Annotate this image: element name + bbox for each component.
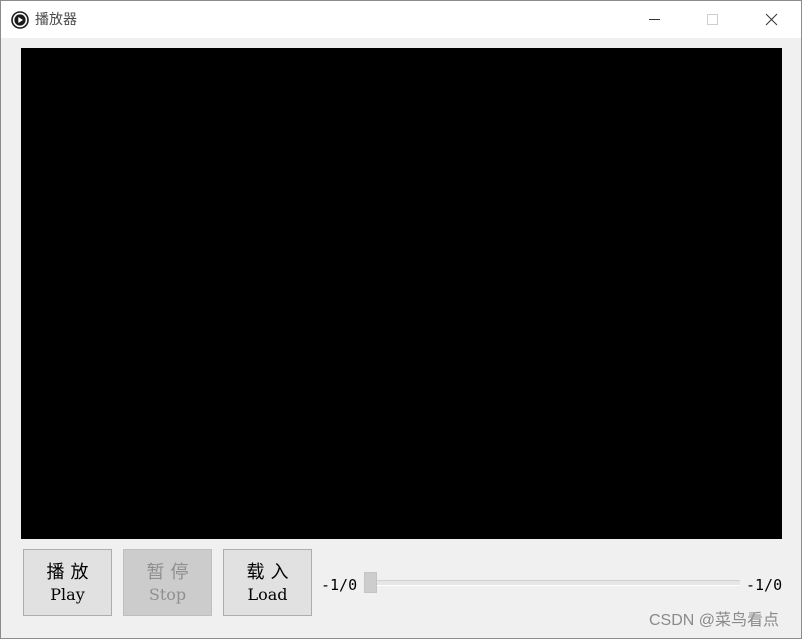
title-bar[interactable]: 播放器 xyxy=(1,1,801,38)
load-button-label-en: Load xyxy=(247,585,288,604)
minimize-button[interactable] xyxy=(625,1,683,38)
total-time-label: -1/0 xyxy=(746,576,783,594)
load-button[interactable]: 载入 Load xyxy=(223,549,312,616)
play-button-label-en: Play xyxy=(50,585,85,604)
minimize-icon xyxy=(649,19,660,20)
progress-slider-track[interactable] xyxy=(367,580,740,586)
stop-button-label-zh: 暂停 xyxy=(146,562,195,583)
play-circle-icon xyxy=(11,11,29,29)
maximize-button[interactable] xyxy=(683,1,741,38)
player-window: 播放器 播放 Play 暂停 Stop 载入 Load -1/0 -1/0 CS… xyxy=(0,0,802,639)
video-display[interactable] xyxy=(21,48,782,539)
watermark: CSDN @菜鸟看点 xyxy=(649,612,780,629)
play-button[interactable]: 播放 Play xyxy=(23,549,112,616)
stop-button-label-en: Stop xyxy=(148,585,187,604)
close-icon xyxy=(765,13,778,26)
current-time-label: -1/0 xyxy=(321,576,358,594)
load-button-label-zh: 载入 xyxy=(246,562,295,583)
maximize-icon xyxy=(707,14,718,25)
window-title: 播放器 xyxy=(35,12,77,28)
progress-slider-handle[interactable] xyxy=(364,572,377,593)
stop-button[interactable]: 暂停 Stop xyxy=(123,549,212,616)
close-button[interactable] xyxy=(742,1,800,38)
play-button-label-zh: 播放 xyxy=(46,562,95,583)
